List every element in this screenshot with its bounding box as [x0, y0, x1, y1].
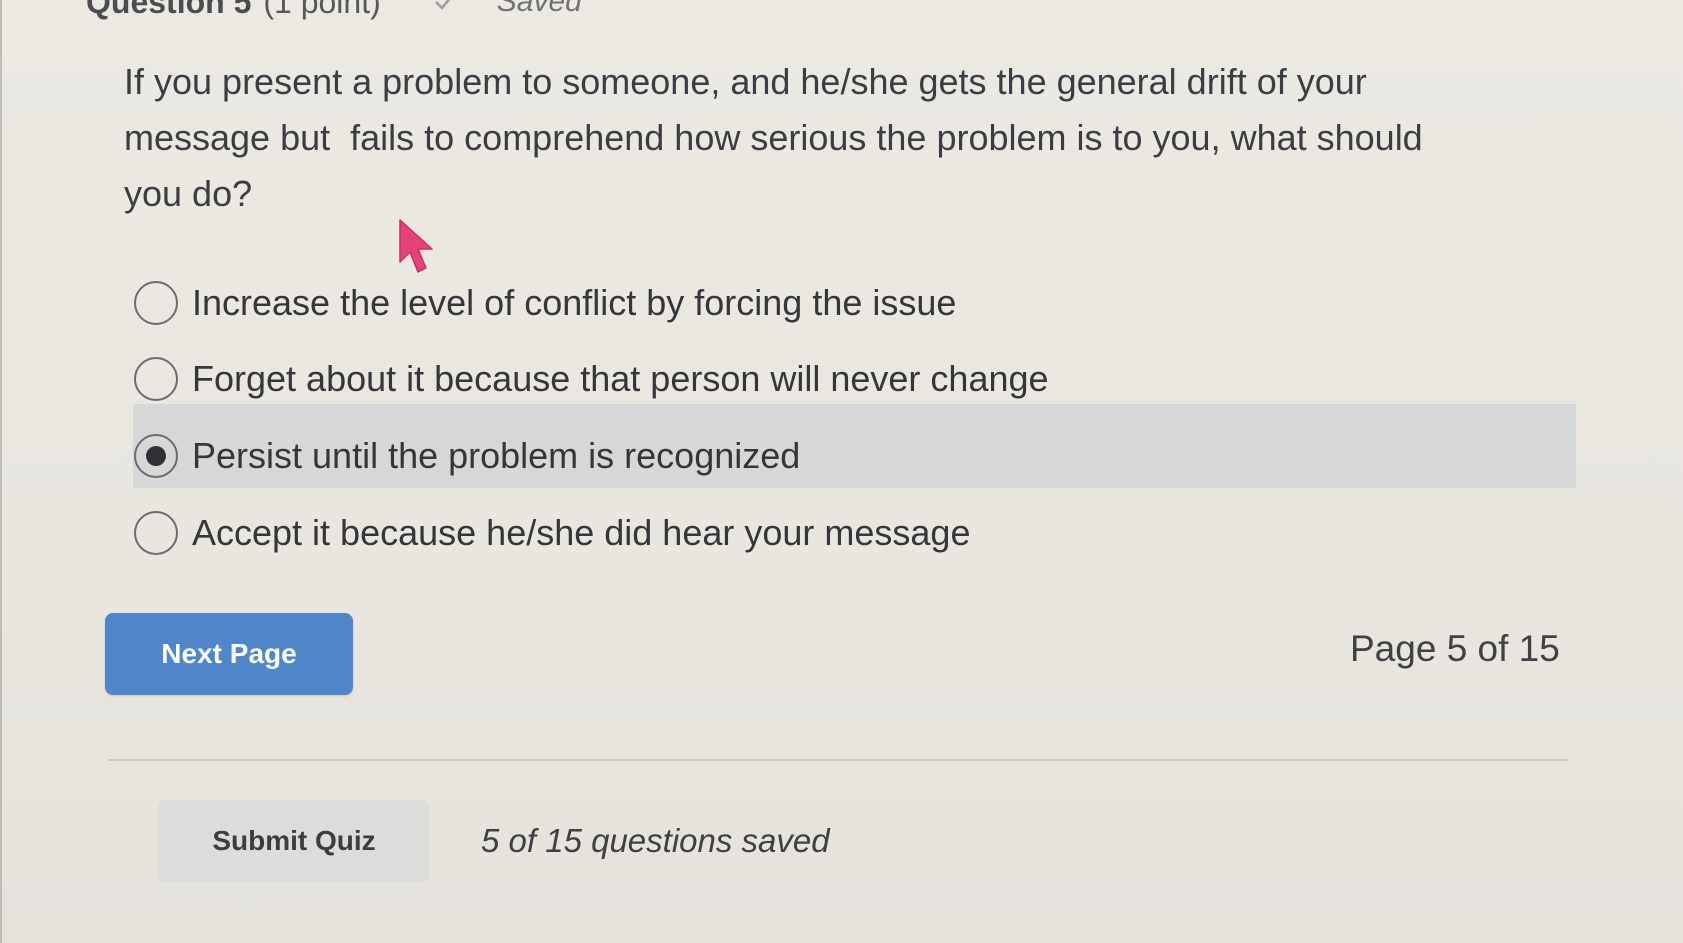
- answer-option-3[interactable]: Persist until the problem is recognized: [134, 421, 800, 491]
- answer-option-label: Forget about it because that person will…: [192, 358, 1049, 399]
- question-points: (1 point): [263, 0, 381, 20]
- answer-option-label: Persist until the problem is recognized: [192, 435, 801, 476]
- radio-button-selected[interactable]: [134, 434, 178, 478]
- divider: [108, 759, 1568, 761]
- radio-button[interactable]: [134, 281, 178, 325]
- quiz-page: Question 5 (1 point) Saved If you presen…: [0, 0, 1683, 943]
- question-title: Question 5: [86, 0, 252, 20]
- answer-option-1[interactable]: Increase the level of conflict by forcin…: [134, 268, 956, 338]
- window-edge: [0, 0, 2, 943]
- mouse-pointer-icon: [398, 218, 438, 276]
- checkmark-icon: [433, 0, 455, 13]
- questions-saved-count: 5 of 15 questions saved: [481, 822, 830, 859]
- answer-option-label: Accept it because he/she did hear your m…: [192, 512, 971, 553]
- question-line: If you present a problem to someone, and…: [124, 61, 1367, 102]
- radio-button[interactable]: [134, 357, 178, 401]
- question-line: message but fails to comprehend how seri…: [124, 117, 1423, 158]
- question-line: you do?: [124, 173, 253, 214]
- question-text: If you present a problem to someone, and…: [124, 54, 1564, 222]
- page-indicator: Page 5 of 15: [1350, 628, 1560, 669]
- next-page-button[interactable]: Next Page: [105, 613, 353, 695]
- saved-status: Saved: [496, 0, 582, 18]
- answer-option-label: Increase the level of conflict by forcin…: [192, 282, 957, 323]
- question-header: Question 5 (1 point) Saved: [86, 0, 582, 22]
- answer-option-4[interactable]: Accept it because he/she did hear your m…: [134, 498, 970, 568]
- submit-quiz-button[interactable]: Submit Quiz: [158, 800, 430, 882]
- radio-button[interactable]: [134, 511, 178, 555]
- answer-option-2[interactable]: Forget about it because that person will…: [134, 344, 1049, 414]
- radio-selected-dot: [146, 446, 166, 466]
